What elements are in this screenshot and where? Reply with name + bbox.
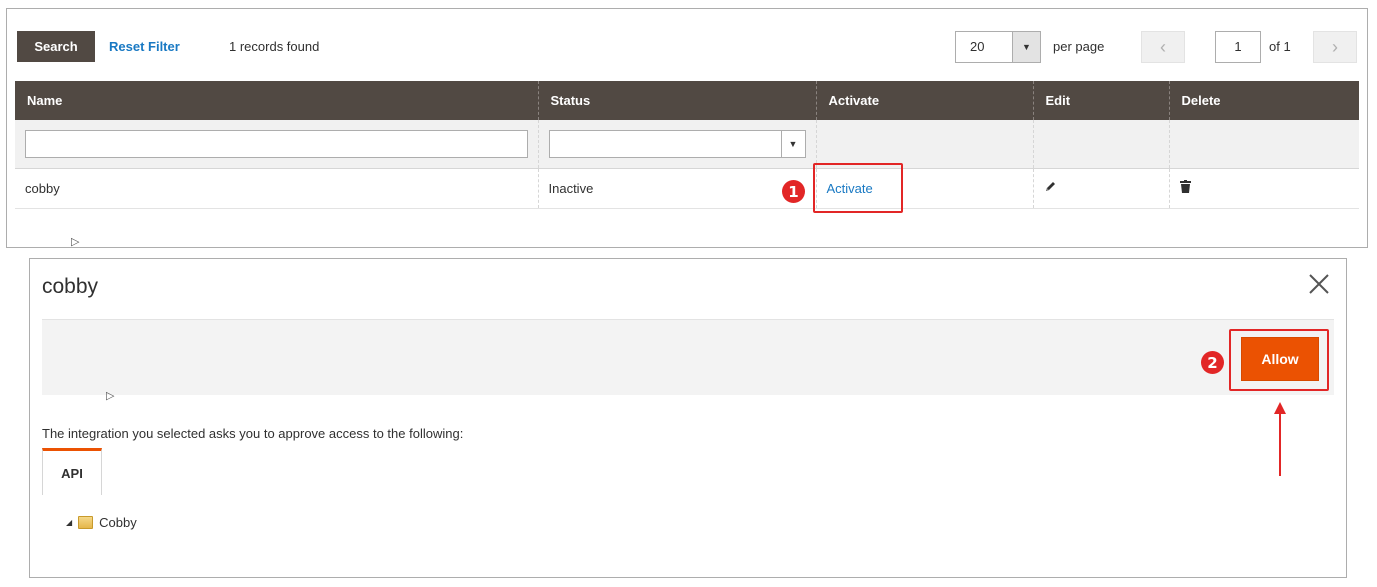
per-page-value: 20 [970,39,985,54]
pager-prev-button[interactable]: ‹ [1141,31,1185,63]
modal-action-bar [42,319,1334,395]
per-page-select[interactable]: 20 ▼ [955,31,1041,63]
page-total-label: of 1 [1269,39,1291,54]
integration-status: Inactive [537,168,816,209]
filter-cell-empty [815,120,1033,169]
edit-cell [1032,168,1169,209]
approval-description: The integration you selected asks you to… [42,426,464,441]
tree-item-label[interactable]: Cobby [99,515,137,530]
chevron-down-icon[interactable]: ▼ [1012,32,1040,62]
tree-expand-icon[interactable]: ◢ [66,518,72,527]
filter-cell-empty [1032,120,1169,169]
column-header-name[interactable]: Name [15,81,538,120]
table-row: cobby Inactive Activate [15,168,1359,209]
mouse-cursor-icon: ▷ [106,390,115,402]
filter-cell-status: ▼ [537,120,816,169]
resource-tree: ◢ Cobby [66,515,137,530]
integration-permissions-modal: cobby Allow 2 ▷ The integration you sele… [29,258,1347,578]
activate-link[interactable]: Activate [827,181,873,196]
arrow-up-icon [1274,402,1286,476]
pager-next-button[interactable]: › [1313,31,1357,63]
reset-filter-link[interactable]: Reset Filter [109,31,180,62]
chevron-left-icon: ‹ [1160,36,1166,57]
step2-badge: 2 [1201,351,1224,374]
grid-toolbar: Search Reset Filter 1 records found 20 ▼… [7,9,1367,81]
page-number-input[interactable]: 1 [1215,31,1261,63]
column-header-delete: Delete [1168,81,1359,120]
integration-name: cobby [15,168,538,209]
allow-button[interactable]: Allow [1241,337,1319,381]
column-header-edit: Edit [1032,81,1169,120]
filter-cell-name [15,120,538,169]
close-icon[interactable] [1308,273,1330,295]
chevron-down-icon: ▼ [780,130,805,157]
chevron-right-icon: › [1332,36,1338,57]
delete-cell [1168,168,1359,209]
name-filter-input[interactable] [25,129,528,158]
per-page-label: per page [1053,39,1105,54]
search-button[interactable]: Search [17,31,95,62]
integrations-grid-panel: Search Reset Filter 1 records found 20 ▼… [6,8,1368,248]
step1-badge: 1 [782,180,805,203]
filter-row: ▼ [15,120,1359,169]
trash-icon[interactable] [1179,180,1191,196]
tab-api[interactable]: API [42,448,102,495]
table-header-row: Name Status Activate Edit Delete [15,81,1359,120]
column-header-activate: Activate [815,81,1033,120]
activate-cell: Activate [815,168,1033,209]
filter-cell-empty [1168,120,1359,169]
modal-title: cobby [42,275,99,298]
integrations-table: Name Status Activate Edit Delete ▼ cobby… [15,81,1359,209]
records-count: 1 records found [229,39,320,54]
pencil-icon[interactable] [1044,181,1057,196]
mouse-cursor-icon: ▷ [71,236,80,248]
column-header-status[interactable]: Status [537,81,816,120]
status-filter-select[interactable]: ▼ [548,129,806,158]
folder-icon [78,516,94,529]
